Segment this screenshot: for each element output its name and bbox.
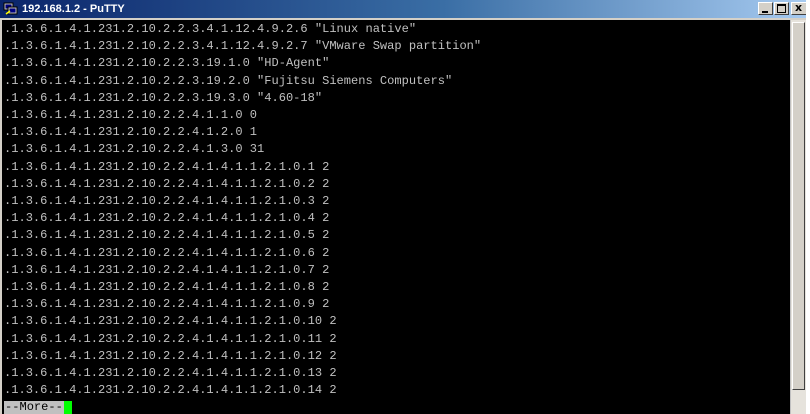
title-bar[interactable]: 192.168.1.2 - PuTTY x: [0, 0, 806, 18]
terminal-line: .1.3.6.1.4.1.231.2.10.2.2.4.1.4.1.1.2.1.…: [4, 366, 337, 380]
terminal-line: .1.3.6.1.4.1.231.2.10.2.2.4.1.4.1.1.2.1.…: [4, 194, 330, 208]
more-prompt: --More--: [4, 400, 64, 414]
putty-computer-icon: [3, 2, 18, 15]
window-title: 192.168.1.2 - PuTTY: [22, 3, 125, 15]
terminal-line: .1.3.6.1.4.1.231.2.10.2.2.4.1.4.1.1.2.1.…: [4, 228, 330, 243]
scrollbar-thumb[interactable]: [792, 22, 805, 390]
vertical-scrollbar[interactable]: [790, 20, 806, 414]
terminal-line: .1.3.6.1.4.1.231.2.10.2.2.3.19.2.0 "Fuji…: [4, 73, 453, 88]
terminal-line: .1.3.6.1.4.1.231.2.10.2.2.4.1.1.0 0: [4, 108, 258, 122]
terminal-line: .1.3.6.1.4.1.231.2.10.2.2.4.1.2.0 1: [4, 125, 258, 140]
putty-window: 192.168.1.2 - PuTTY x .1.3.6.1.4.1.231.2…: [0, 0, 806, 414]
terminal-line: .1.3.6.1.4.1.231.2.10.2.2.4.1.4.1.1.2.1.…: [4, 176, 330, 191]
terminal-line: .1.3.6.1.4.1.231.2.10.2.2.4.1.3.0 31: [4, 142, 265, 157]
terminal-line: .1.3.6.1.4.1.231.2.10.2.2.4.1.4.1.1.2.1.…: [4, 331, 337, 346]
terminal-line: .1.3.6.1.4.1.231.2.10.2.2.4.1.4.1.1.2.1.…: [4, 211, 330, 226]
terminal-line: .1.3.6.1.4.1.231.2.10.2.2.4.1.4.1.1.2.1.…: [4, 348, 337, 363]
terminal-line: .1.3.6.1.4.1.231.2.10.2.2.4.1.4.1.1.2.1.…: [4, 280, 330, 294]
terminal-line: .1.3.6.1.4.1.231.2.10.2.2.3.19.3.0 "4.60…: [4, 90, 323, 105]
terminal-line: .1.3.6.1.4.1.231.2.10.2.2.4.1.4.1.1.2.1.…: [4, 262, 330, 277]
terminal-line: .1.3.6.1.4.1.231.2.10.2.2.3.4.1.12.4.9.2…: [4, 39, 482, 54]
terminal-line: .1.3.6.1.4.1.231.2.10.2.2.4.1.4.1.1.2.1.…: [4, 383, 337, 398]
terminal-screen[interactable]: .1.3.6.1.4.1.231.2.10.2.2.3.4.1.12.4.9.2…: [2, 20, 790, 414]
terminal-line: .1.3.6.1.4.1.231.2.10.2.2.3.19.1.0 "HD-A…: [4, 56, 330, 71]
close-icon: x: [795, 1, 803, 14]
terminal-line: .1.3.6.1.4.1.231.2.10.2.2.4.1.4.1.1.2.1.…: [4, 245, 330, 260]
close-button[interactable]: x: [791, 1, 806, 15]
pager-line: --More--: [4, 401, 72, 414]
terminal-line: .1.3.6.1.4.1.231.2.10.2.2.3.4.1.12.4.9.2…: [4, 22, 417, 36]
text-cursor: [63, 401, 72, 414]
terminal-line: .1.3.6.1.4.1.231.2.10.2.2.4.1.4.1.1.2.1.…: [4, 314, 337, 329]
terminal-line: .1.3.6.1.4.1.231.2.10.2.2.4.1.4.1.1.2.1.…: [4, 159, 330, 174]
maximize-button[interactable]: [774, 2, 789, 15]
terminal-line: .1.3.6.1.4.1.231.2.10.2.2.4.1.4.1.1.2.1.…: [4, 297, 330, 312]
minimize-button[interactable]: [758, 2, 773, 15]
